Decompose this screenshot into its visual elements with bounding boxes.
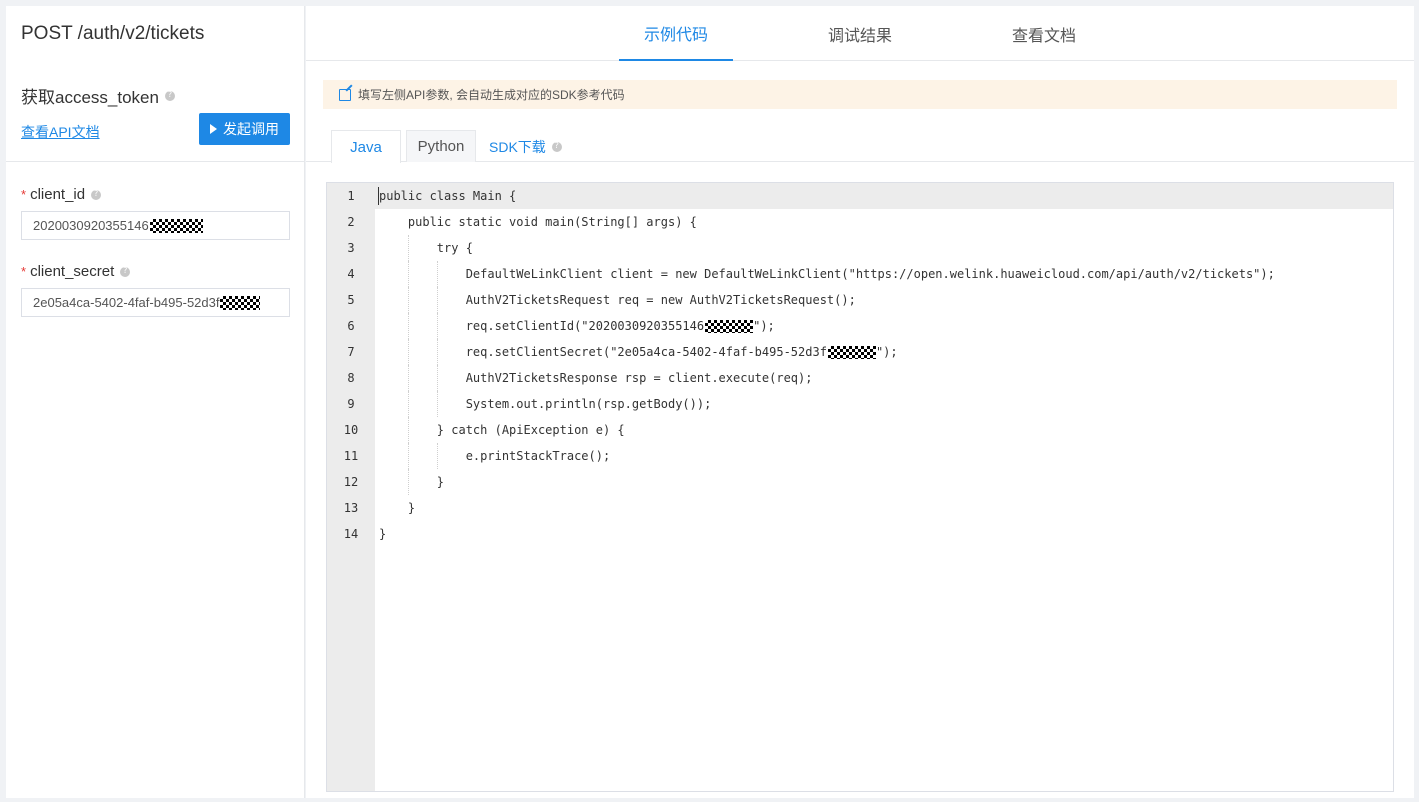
line-number: 5 <box>347 293 355 307</box>
line-number: 8 <box>347 371 355 385</box>
line-number: 3 <box>347 241 355 255</box>
required-mark: * <box>21 264 27 279</box>
code-line: 5 AuthV2TicketsRequest req = new AuthV2T… <box>327 287 1393 313</box>
code-text: AuthV2TicketsResponse rsp = client.execu… <box>379 371 813 385</box>
top-tabs: 示例代码 调试结果 查看文档 <box>306 6 1414 61</box>
code-line: 6 req.setClientId("2020030920355146 "); <box>327 313 1393 339</box>
line-number: 9 <box>347 397 355 411</box>
line-number: 1 <box>347 189 355 203</box>
line-number: 7 <box>347 345 355 359</box>
api-title: POST /auth/v2/tickets <box>21 23 205 44</box>
code-text: e.printStackTrace(); <box>379 449 611 463</box>
play-icon <box>210 124 217 134</box>
code-line: 4 DefaultWeLinkClient client = new Defau… <box>327 261 1393 287</box>
code-text: } <box>379 475 445 489</box>
line-number: 10 <box>343 423 359 437</box>
code-editor[interactable]: 1 public class Main { 2 public static void… <box>326 182 1394 792</box>
line-number: 2 <box>347 215 355 229</box>
sdk-download-link[interactable]: SDK下载 <box>489 137 562 157</box>
tab-view-docs[interactable]: 查看文档 <box>987 6 1101 61</box>
tab-python[interactable]: Python <box>406 130 476 162</box>
client-secret-input[interactable]: 2e05a4ca-5402-4faf-b495-52d3f <box>21 288 290 317</box>
help-icon[interactable] <box>120 266 131 277</box>
client-secret-value: 2e05a4ca-5402-4faf-b495-52d3f <box>33 295 220 310</box>
help-icon[interactable] <box>164 90 175 101</box>
notice-banner: 填写左侧API参数, 会自动生成对应的SDK参考代码 <box>323 80 1397 109</box>
code-text-tail: "); <box>753 319 775 333</box>
code-text: req.setClientSecret("2e05a4ca-5402-4faf-… <box>379 345 898 359</box>
line-number: 4 <box>347 267 355 281</box>
required-mark: * <box>21 187 27 202</box>
code-text: public class Main { <box>379 189 517 203</box>
code-text: DefaultWeLinkClient client = new Default… <box>379 267 1275 281</box>
right-panel: 示例代码 调试结果 查看文档 填写左侧API参数, 会自动生成对应的SDK参考代… <box>306 6 1414 798</box>
sdk-download-label: SDK下载 <box>489 139 546 155</box>
client-id-value: 2020030920355146 <box>33 218 149 233</box>
redaction-mask <box>827 346 876 359</box>
code-text: req.setClientId("2020030920355146 "); <box>379 319 775 333</box>
code-line: 11 e.printStackTrace(); <box>327 443 1393 469</box>
api-description-text: 获取access_token <box>21 88 159 107</box>
invoke-button-label: 发起调用 <box>223 121 279 137</box>
code-line: 2 public static void main(String[] args)… <box>327 209 1393 235</box>
client-secret-label: * client_secret <box>21 263 131 280</box>
redaction-mask <box>220 295 261 310</box>
edit-icon <box>339 88 351 101</box>
tab-java[interactable]: Java <box>331 130 401 163</box>
help-icon[interactable] <box>91 189 102 200</box>
tab-sample-code[interactable]: 示例代码 <box>619 6 733 61</box>
divider <box>6 161 305 162</box>
language-tabs: Java Python SDK下载 <box>306 130 1414 163</box>
code-text-tail: "); <box>875 345 898 359</box>
code-line: 7 req.setClientSecret("2e05a4ca-5402-4fa… <box>327 339 1393 365</box>
code-text: try { <box>379 241 473 255</box>
code-line: 9 System.out.println(rsp.getBody()); <box>327 391 1393 417</box>
line-number: 13 <box>343 501 359 515</box>
notice-text: 填写左侧API参数, 会自动生成对应的SDK参考代码 <box>358 88 625 102</box>
redaction-mask <box>705 320 754 333</box>
code-text: public static void main(String[] args) { <box>379 215 697 229</box>
text-cursor <box>378 187 379 205</box>
code-text: } <box>379 527 387 541</box>
code-text: System.out.println(rsp.getBody()); <box>379 397 712 411</box>
code-text: } <box>379 501 416 515</box>
code-text: } catch (ApiException e) { <box>379 423 625 437</box>
client-id-label-text: client_id <box>30 186 86 203</box>
line-number: 6 <box>347 319 355 333</box>
api-description: 获取access_token <box>21 83 175 108</box>
code-text: AuthV2TicketsRequest req = new AuthV2Tic… <box>379 293 856 307</box>
view-api-doc-link[interactable]: 查看API文档 <box>21 122 100 142</box>
code-line: 1 public class Main { <box>327 183 1393 209</box>
redaction-mask <box>149 218 203 233</box>
code-line: 14} <box>327 521 1393 547</box>
code-line: 3 try { <box>327 235 1393 261</box>
client-secret-label-text: client_secret <box>30 263 115 280</box>
invoke-button[interactable]: 发起调用 <box>199 113 290 145</box>
code-line: 13 } <box>327 495 1393 521</box>
left-panel: POST /auth/v2/tickets 获取access_token 查看A… <box>6 6 305 798</box>
help-icon[interactable] <box>551 141 562 152</box>
code-line: 10 } catch (ApiException e) { <box>327 417 1393 443</box>
line-number: 14 <box>343 527 359 541</box>
line-number: 11 <box>343 449 359 463</box>
line-number: 12 <box>343 475 359 489</box>
client-id-label: * client_id <box>21 186 102 203</box>
code-line: 12 } <box>327 469 1393 495</box>
code-line: 8 AuthV2TicketsResponse rsp = client.exe… <box>327 365 1393 391</box>
tab-debug-result[interactable]: 调试结果 <box>803 6 917 61</box>
client-id-input[interactable]: 2020030920355146 <box>21 211 290 240</box>
